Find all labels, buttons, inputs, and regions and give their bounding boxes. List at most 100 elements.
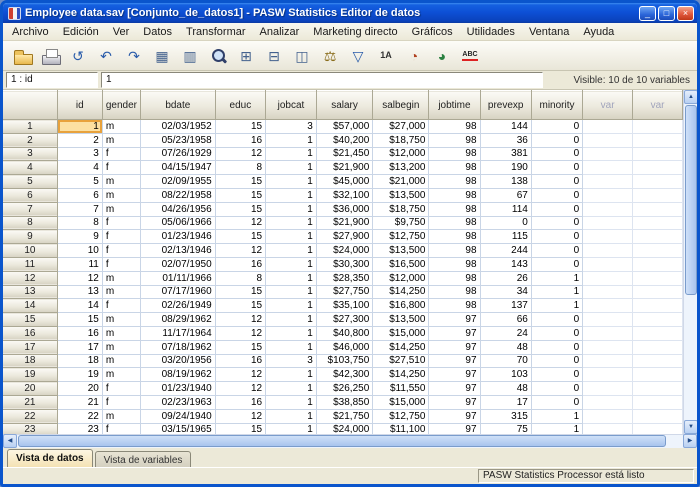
cell[interactable] [583,340,633,354]
cell[interactable]: 114 [480,202,531,216]
cell[interactable]: m [102,340,140,354]
cell[interactable]: 02/23/1963 [140,395,215,409]
horizontal-scrollbar-thumb[interactable] [18,435,666,447]
cell[interactable]: 0 [531,133,582,147]
cell[interactable]: 0 [531,188,582,202]
cell[interactable]: 97 [429,354,480,368]
cell[interactable]: $9,750 [373,216,429,230]
cell[interactable]: $27,300 [316,313,372,327]
cell[interactable]: $13,500 [373,244,429,258]
cell[interactable] [583,382,633,396]
cell[interactable]: 12 [215,409,265,423]
maximize-button[interactable]: □ [658,6,675,21]
cell[interactable]: f [102,216,140,230]
cell[interactable]: 12 [215,313,265,327]
goto-case-icon[interactable]: ▦ [149,43,175,68]
cell[interactable]: 5 [57,175,102,189]
tab-variable-view[interactable]: Vista de variables [95,451,192,467]
cell[interactable]: 17 [57,340,102,354]
cell[interactable]: 98 [429,147,480,161]
cell[interactable]: $27,000 [373,120,429,134]
cell[interactable]: $11,100 [373,423,429,434]
row-number[interactable]: 16 [3,326,57,340]
cell[interactable]: m [102,133,140,147]
cell[interactable]: 97 [429,326,480,340]
cell[interactable]: 09/24/1940 [140,409,215,423]
insert-variable-icon[interactable]: ⊟ [261,43,287,68]
cell[interactable]: 0 [531,202,582,216]
cell[interactable] [633,161,683,175]
cell[interactable]: 48 [480,382,531,396]
recall-dialogs-icon[interactable]: ↺ [65,43,91,68]
cell[interactable] [633,230,683,244]
row-number[interactable]: 12 [3,271,57,285]
cell[interactable]: 20 [57,382,102,396]
minimize-button[interactable]: _ [639,6,656,21]
spell-check-icon[interactable]: ABC [457,43,483,68]
column-header-jobtime[interactable]: jobtime [429,91,480,120]
cell[interactable] [583,354,633,368]
cell[interactable]: 11/17/1964 [140,326,215,340]
cell[interactable]: 07/26/1929 [140,147,215,161]
column-header-id[interactable]: id [57,91,102,120]
cell[interactable]: 1 [266,161,317,175]
cell[interactable]: 98 [429,188,480,202]
goto-variable-icon[interactable]: ▥ [177,43,203,68]
cell[interactable]: 1 [266,423,317,434]
cell[interactable]: 48 [480,340,531,354]
cell[interactable]: 12 [215,147,265,161]
cell[interactable]: f [102,423,140,434]
cell[interactable]: 8 [215,271,265,285]
show-charts-icon[interactable]: ◕ [429,43,455,68]
cell[interactable]: 1 [266,299,317,313]
cell[interactable]: 98 [429,216,480,230]
cell[interactable]: 17 [480,395,531,409]
cell[interactable] [583,395,633,409]
cell[interactable] [583,271,633,285]
cell[interactable]: 23 [57,423,102,434]
cell[interactable]: 02/07/1950 [140,257,215,271]
cell[interactable]: 0 [531,161,582,175]
row-number[interactable]: 10 [3,244,57,258]
cell[interactable] [583,161,633,175]
cell[interactable]: 97 [429,395,480,409]
cell[interactable]: 98 [429,202,480,216]
cell[interactable]: 0 [531,395,582,409]
cell[interactable]: 1 [266,257,317,271]
cell[interactable] [633,368,683,382]
cell[interactable]: $35,100 [316,299,372,313]
cell[interactable]: $13,200 [373,161,429,175]
menu-utilidades[interactable]: Utilidades [460,25,522,39]
cell[interactable]: f [102,299,140,313]
cell[interactable]: 36 [480,133,531,147]
cell[interactable]: $40,800 [316,326,372,340]
cell[interactable]: 1 [266,147,317,161]
split-file-icon[interactable]: ◫ [289,43,315,68]
cell[interactable]: f [102,244,140,258]
cell[interactable]: 66 [480,313,531,327]
cell[interactable]: 0 [531,175,582,189]
cell[interactable]: 22 [57,409,102,423]
title-bar[interactable]: Employee data.sav [Conjunto_de_datos1] -… [3,3,697,23]
cell[interactable]: $21,900 [316,216,372,230]
cell[interactable] [583,257,633,271]
cell[interactable]: $40,200 [316,133,372,147]
cell[interactable]: 15 [215,285,265,299]
cell[interactable]: 03/15/1965 [140,423,215,434]
grid-corner[interactable] [3,91,57,120]
column-header-salary[interactable]: salary [316,91,372,120]
cell[interactable]: 15 [215,423,265,434]
cell[interactable]: 01/23/1946 [140,230,215,244]
cell[interactable] [633,216,683,230]
tab-data-view[interactable]: Vista de datos [7,449,93,467]
cell[interactable]: 75 [480,423,531,434]
cell[interactable] [583,368,633,382]
row-number[interactable]: 13 [3,285,57,299]
close-button[interactable]: × [677,6,694,21]
cell[interactable]: 98 [429,285,480,299]
cell[interactable]: 137 [480,299,531,313]
cell[interactable]: 14 [57,299,102,313]
cell[interactable] [633,326,683,340]
cell[interactable]: $46,000 [316,340,372,354]
cell[interactable]: 0 [531,340,582,354]
